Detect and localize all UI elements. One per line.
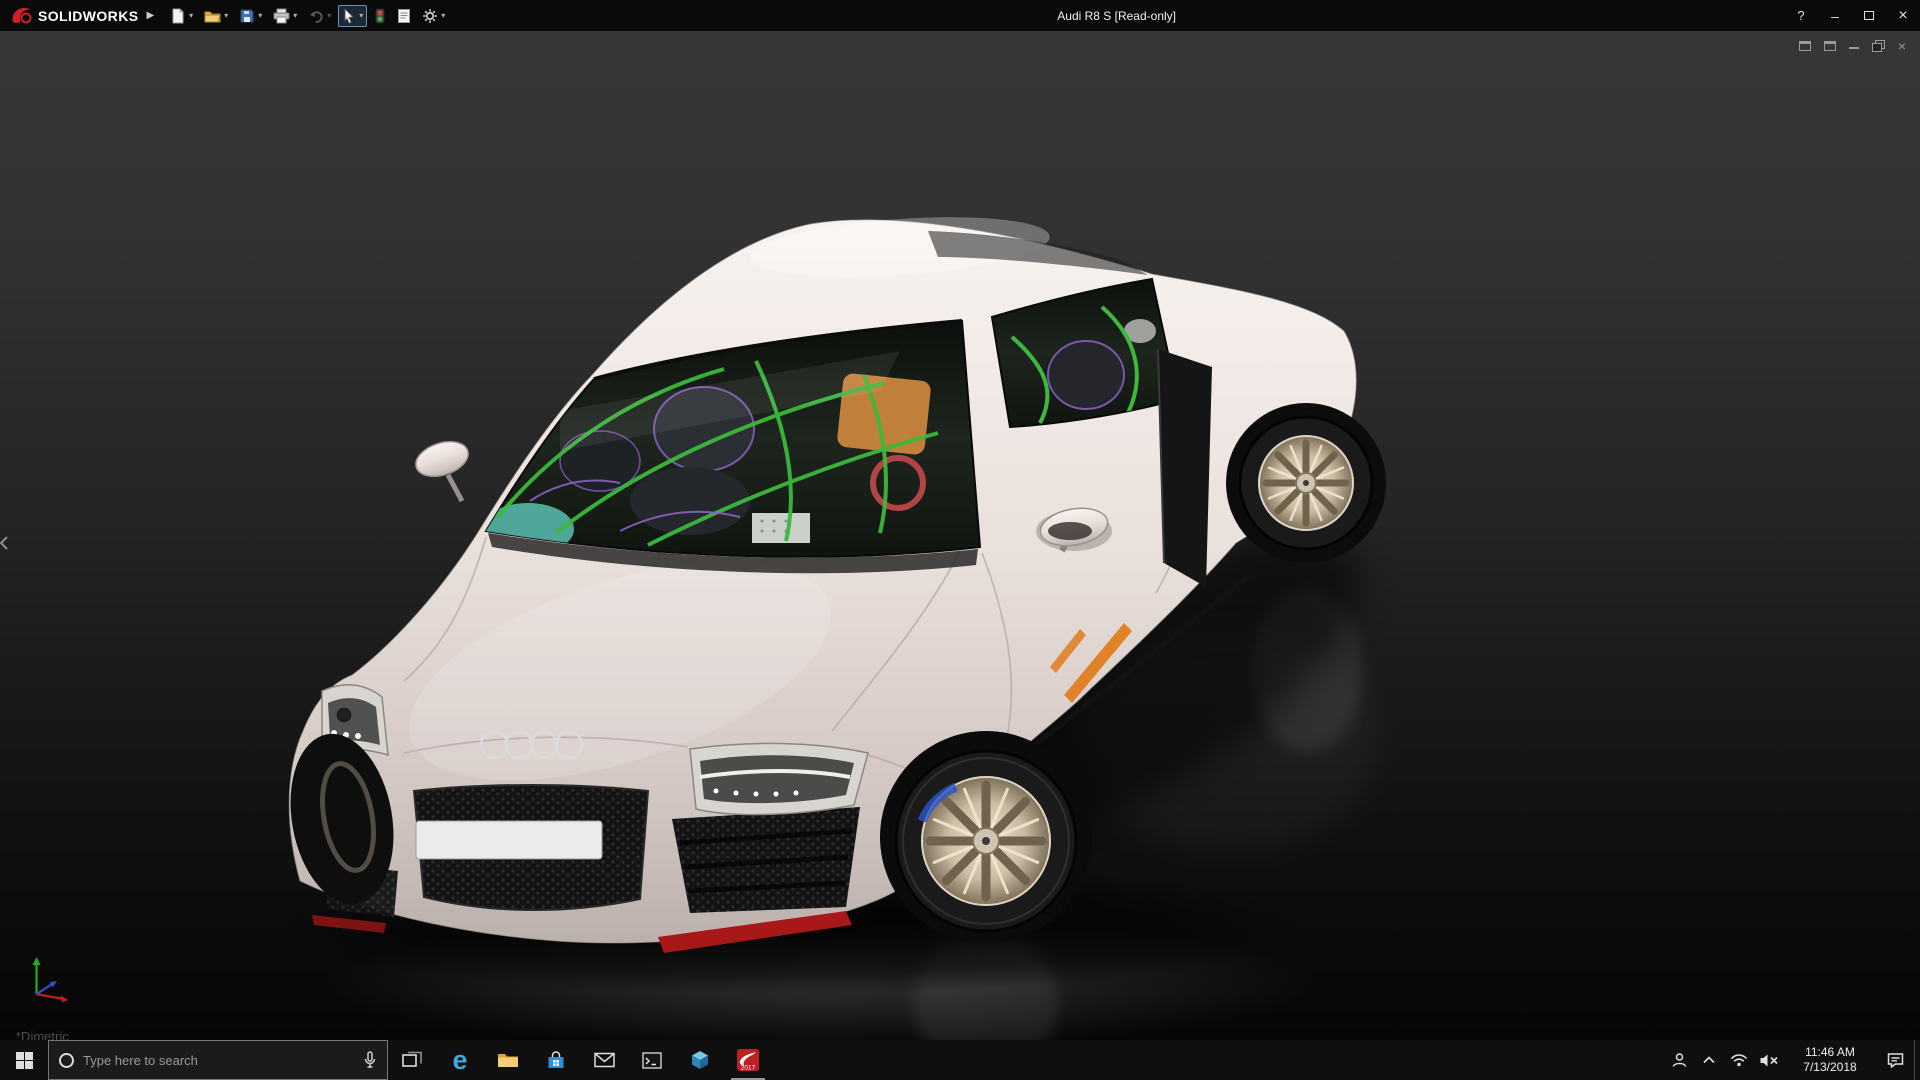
solidworks-window: SOLIDWORKS ▶ ▾ ▾ ▾ ▾ ▾ xyxy=(0,0,1920,1080)
search-input[interactable] xyxy=(83,1053,354,1068)
car-3d-render xyxy=(0,31,1920,1040)
caret-down-icon: ▾ xyxy=(258,12,262,20)
document-window-controls: × xyxy=(1799,39,1906,53)
show-desktop-button[interactable] xyxy=(1914,1040,1920,1080)
undo-icon xyxy=(308,8,324,24)
close-button[interactable]: × xyxy=(1886,0,1920,31)
undo-button[interactable]: ▾ xyxy=(304,5,335,27)
doc-minimize-button[interactable] xyxy=(1849,39,1859,53)
doc-window-icon[interactable] xyxy=(1799,39,1811,53)
doc-window-icon[interactable] xyxy=(1824,39,1836,53)
hidden-icons-button[interactable] xyxy=(1694,1040,1724,1080)
file-properties-icon xyxy=(397,8,411,24)
open-folder-icon xyxy=(204,8,221,24)
taskbar-app-terminal[interactable] xyxy=(628,1040,676,1080)
minimize-button[interactable]: – xyxy=(1818,0,1852,31)
caret-down-icon: ▾ xyxy=(224,12,228,20)
help-button[interactable]: ? xyxy=(1784,0,1818,31)
graphics-area[interactable]: × *Dimetric xyxy=(0,31,1920,1040)
clock-time: 11:46 AM xyxy=(1805,1045,1855,1060)
edge-icon: e xyxy=(452,1047,467,1074)
front-wheel xyxy=(880,731,1092,943)
taskbar-app-edge[interactable]: e xyxy=(436,1040,484,1080)
options-button[interactable]: ▾ xyxy=(418,5,449,27)
license-plate xyxy=(416,821,602,859)
new-document-button[interactable]: ▾ xyxy=(166,5,197,27)
cortana-icon xyxy=(59,1053,74,1068)
print-button[interactable]: ▾ xyxy=(269,5,301,27)
wifi-icon xyxy=(1730,1053,1748,1067)
action-center-icon xyxy=(1887,1052,1904,1068)
edrawings-icon xyxy=(690,1050,710,1070)
people-button[interactable] xyxy=(1664,1040,1694,1080)
windows-taskbar: e xyxy=(0,1040,1920,1080)
taskbar-app-mail[interactable] xyxy=(580,1040,628,1080)
clock-date: 7/13/2018 xyxy=(1803,1060,1856,1075)
panel-collapse-tab[interactable] xyxy=(0,531,12,555)
orientation-triad xyxy=(22,947,80,1010)
window-controls: ? – × xyxy=(1784,0,1920,31)
file-properties-button[interactable] xyxy=(393,5,415,27)
solidworks-icon: 2017 xyxy=(736,1048,760,1072)
solidworks-year-badge: 2017 xyxy=(741,1065,756,1072)
titlebar: SOLIDWORKS ▶ ▾ ▾ ▾ ▾ ▾ xyxy=(0,0,1920,31)
windows-logo-icon xyxy=(16,1052,33,1069)
taskbar-app-store[interactable] xyxy=(532,1040,580,1080)
taskbar-app-file-explorer[interactable] xyxy=(484,1040,532,1080)
system-tray: 11:46 AM 7/13/2018 xyxy=(1664,1040,1920,1080)
start-button[interactable] xyxy=(0,1040,48,1080)
document-title: Audi R8 S [Read-only] xyxy=(449,9,1784,23)
chevron-left-icon xyxy=(0,536,8,550)
caret-down-icon: ▾ xyxy=(441,12,445,20)
task-view-icon xyxy=(402,1051,422,1069)
open-button[interactable]: ▾ xyxy=(200,5,232,27)
taskbar-app-edrawings[interactable] xyxy=(676,1040,724,1080)
doc-close-button[interactable]: × xyxy=(1898,39,1906,53)
terminal-icon xyxy=(642,1052,662,1069)
save-floppy-icon xyxy=(239,8,255,24)
taskbar-app-solidworks[interactable]: 2017 xyxy=(724,1040,772,1080)
dassault-logo-icon xyxy=(10,6,32,26)
mail-icon xyxy=(594,1052,615,1068)
caret-down-icon: ▾ xyxy=(327,12,331,20)
caret-down-icon: ▾ xyxy=(359,12,363,20)
side-blade xyxy=(1158,349,1212,587)
volume-button[interactable] xyxy=(1754,1040,1784,1080)
rebuild-stoplight-icon xyxy=(374,8,386,24)
volume-muted-icon xyxy=(1759,1053,1779,1068)
file-explorer-icon xyxy=(497,1051,519,1069)
network-button[interactable] xyxy=(1724,1040,1754,1080)
maximize-icon xyxy=(1864,11,1874,20)
select-button[interactable]: ▾ xyxy=(338,5,367,27)
people-icon xyxy=(1671,1052,1688,1068)
action-center-button[interactable] xyxy=(1876,1040,1914,1080)
store-icon xyxy=(546,1051,566,1070)
maximize-button[interactable] xyxy=(1852,0,1886,31)
taskbar-search[interactable] xyxy=(48,1040,388,1080)
chevron-up-icon xyxy=(1702,1055,1716,1065)
doc-restore-button[interactable] xyxy=(1872,39,1885,53)
taskbar-clock[interactable]: 11:46 AM 7/13/2018 xyxy=(1784,1040,1876,1080)
save-button[interactable]: ▾ xyxy=(235,5,266,27)
brand: SOLIDWORKS xyxy=(10,6,138,26)
toolbar-flyout-arrow[interactable]: ▶ xyxy=(146,10,154,21)
options-gear-icon xyxy=(422,8,438,24)
caret-down-icon: ▾ xyxy=(189,12,193,20)
select-cursor-icon xyxy=(342,8,356,24)
caret-down-icon: ▾ xyxy=(293,12,297,20)
rear-wheel xyxy=(1226,403,1386,563)
print-icon xyxy=(273,8,290,24)
microphone-icon[interactable] xyxy=(363,1051,377,1069)
standard-toolbar: ▾ ▾ ▾ ▾ ▾ ▾ xyxy=(166,5,449,27)
right-headlight xyxy=(690,743,868,814)
view-orientation-label: *Dimetric xyxy=(16,1029,69,1040)
rebuild-button[interactable] xyxy=(370,5,390,27)
brand-text: SOLIDWORKS xyxy=(38,8,138,24)
task-view-button[interactable] xyxy=(388,1040,436,1080)
windshield xyxy=(482,321,980,573)
new-document-icon xyxy=(170,8,186,24)
